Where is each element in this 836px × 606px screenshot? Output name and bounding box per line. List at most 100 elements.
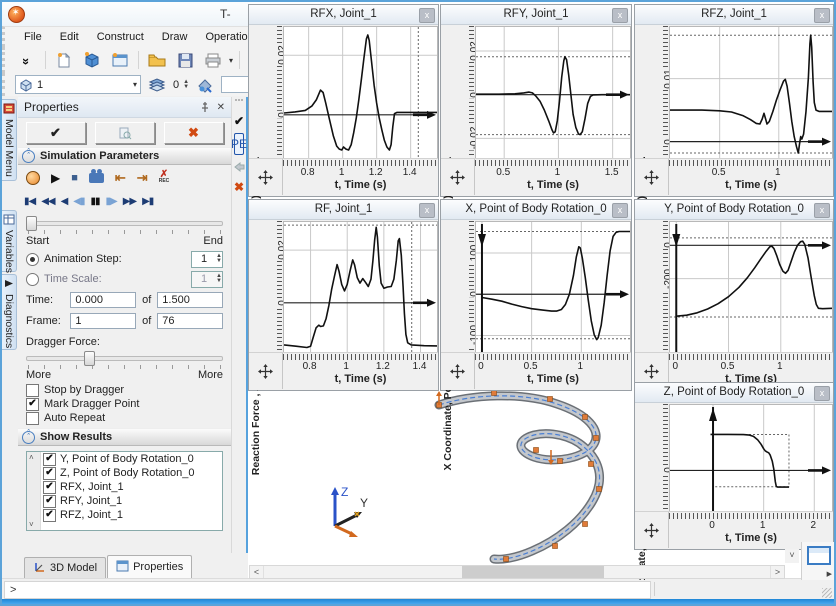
chart-close-button[interactable]: x [419,203,435,218]
new-document-icon[interactable] [52,49,76,71]
result-checkbox[interactable]: ✔ [43,495,56,508]
fast-forward-icon[interactable]: ▶▶ [123,196,136,207]
command-line-input[interactable]: > [4,581,651,599]
new-window-icon[interactable] [108,49,132,71]
side-tab-diagnostics[interactable]: Diagnostics [2,274,17,350]
scroll-down-icon[interactable]: ˅ [29,520,34,529]
menu-item-construct[interactable]: Construct [88,29,153,45]
chart-canvas[interactable] [670,405,832,511]
frame-value-field[interactable]: 1 [70,313,136,329]
pause-icon[interactable]: ▮▮ [91,196,100,207]
time-total-field[interactable]: 1.500 [157,292,223,308]
time-value-field[interactable]: 0.000 [70,292,136,308]
stop-icon[interactable]: ■ [71,172,78,184]
checkbox[interactable] [26,384,39,397]
ok-check-icon[interactable]: ✔ [232,111,246,131]
chart-plot[interactable] [475,26,631,159]
cancel-button[interactable]: ✖ [164,122,224,144]
results-scrollbar[interactable]: ˄ ˅ [27,452,41,530]
chart-close-button[interactable]: x [814,8,830,23]
layers-icon[interactable] [145,74,169,96]
print-dropdown-caret[interactable]: ▾ [229,56,233,65]
timeline-slider[interactable] [26,215,223,229]
checkbox[interactable]: ✔ [26,398,39,411]
result-item[interactable]: ✔Y, Point of Body Rotation_0 [43,452,222,466]
result-checkbox[interactable]: ✔ [43,467,56,480]
fill-style-icon[interactable] [193,74,217,96]
mini-play-icon[interactable]: ▶ [827,570,832,578]
bottom-tab-properties[interactable]: Properties [107,555,192,578]
timeline-thumb[interactable] [26,216,37,231]
frame-backward-icon[interactable]: ◀▮ [73,196,84,207]
pan-button[interactable] [249,353,283,389]
preview-button[interactable] [95,122,155,144]
chart-canvas[interactable] [476,27,630,158]
menu-item-file[interactable]: File [15,29,51,45]
toolbar-grip[interactable] [235,99,243,107]
go-to-end-icon[interactable]: ▶▮ [142,196,153,207]
chart-close-button[interactable]: x [814,203,830,218]
play-icon[interactable]: ▶ [51,172,60,184]
new-3d-model-icon[interactable] [80,49,104,71]
chart-close-button[interactable]: x [612,8,628,23]
chart-canvas[interactable] [476,222,630,352]
chart-titlebar[interactable]: Y, Point of Body Rotation_0x [635,200,833,220]
apply-ok-button[interactable]: ✔ [26,122,86,144]
time-scale-spinbox[interactable]: 1▲▼ [191,271,223,288]
simulation-parameters-header[interactable]: ˆˆ Simulation Parameters [18,147,231,165]
chart-canvas[interactable] [670,222,832,352]
pan-button[interactable] [249,159,283,195]
checkbox[interactable] [26,412,39,425]
result-checkbox[interactable]: ✔ [43,481,56,494]
frame-forward-icon[interactable]: ▮▶ [106,196,117,207]
chart-titlebar[interactable]: X, Point of Body Rotation_0x [441,200,631,220]
scrollbar-thumb[interactable] [462,566,604,578]
chart-titlebar[interactable]: RFZ, Joint_1x [635,5,833,25]
go-to-start-icon[interactable]: ▮◀ [24,196,35,207]
chart-plot[interactable] [669,221,833,353]
step-backward-icon[interactable]: ◀ [61,196,68,207]
dragger-force-slider[interactable] [26,350,223,364]
chart-close-button[interactable]: x [814,386,830,401]
workspace-horizontal-scrollbar[interactable]: < > [249,565,785,579]
chart-plot[interactable] [283,221,438,353]
layer-spinner[interactable]: ▲▼ [183,80,189,90]
scroll-right-icon[interactable]: > [770,566,784,578]
properties-panel-header[interactable]: Properties ✕ [18,97,231,118]
side-tab-model-menu[interactable]: Model Menu [2,99,17,181]
result-item[interactable]: ✔RFY, Joint_1 [43,494,222,508]
timeline-track[interactable] [26,221,223,226]
scroll-left-icon[interactable]: < [250,566,264,578]
frame-total-field[interactable]: 76 [157,313,223,329]
chart-titlebar[interactable]: Z, Point of Body Rotation_0x [635,383,833,403]
chart-plot[interactable] [669,26,833,159]
chart-titlebar[interactable]: RFX, Joint_1x [249,5,438,25]
resize-grip[interactable] [822,588,832,598]
jump-to-start-icon[interactable]: ⇤ [115,172,126,184]
model-selector-caret[interactable]: ▾ [133,80,137,89]
pe-properties-icon[interactable]: PE [234,133,244,155]
pan-button[interactable] [635,159,669,195]
menu-item-edit[interactable]: Edit [51,29,88,45]
chart-plot[interactable] [475,221,631,353]
record-icon[interactable] [26,171,40,185]
chart-canvas[interactable] [284,222,437,352]
time-scale-radio[interactable] [26,273,39,286]
chart-plot[interactable] [669,404,833,512]
movie-camera-icon[interactable] [89,173,104,183]
workspace-vertical-scroll-down[interactable]: ˅ [785,549,799,563]
bottom-tab-3d-model[interactable]: 3D Model [24,557,106,578]
side-tab-variables[interactable]: Variables [2,210,17,272]
chart-plot[interactable] [283,26,438,159]
animation-step-spinbox[interactable]: 1▲▼ [191,251,223,268]
scroll-up-icon[interactable]: ˄ [29,453,34,462]
fast-backward-icon[interactable]: ◀◀ [41,196,54,207]
pin-icon[interactable] [199,101,211,113]
pan-button[interactable] [441,159,475,195]
panel-close-icon[interactable]: ✕ [217,102,225,113]
dragger-track[interactable] [26,356,223,361]
result-checkbox[interactable]: ✔ [43,453,56,466]
save-file-icon[interactable] [173,49,197,71]
chart-titlebar[interactable]: RF, Joint_1x [249,200,438,220]
animation-step-radio[interactable] [26,253,39,266]
